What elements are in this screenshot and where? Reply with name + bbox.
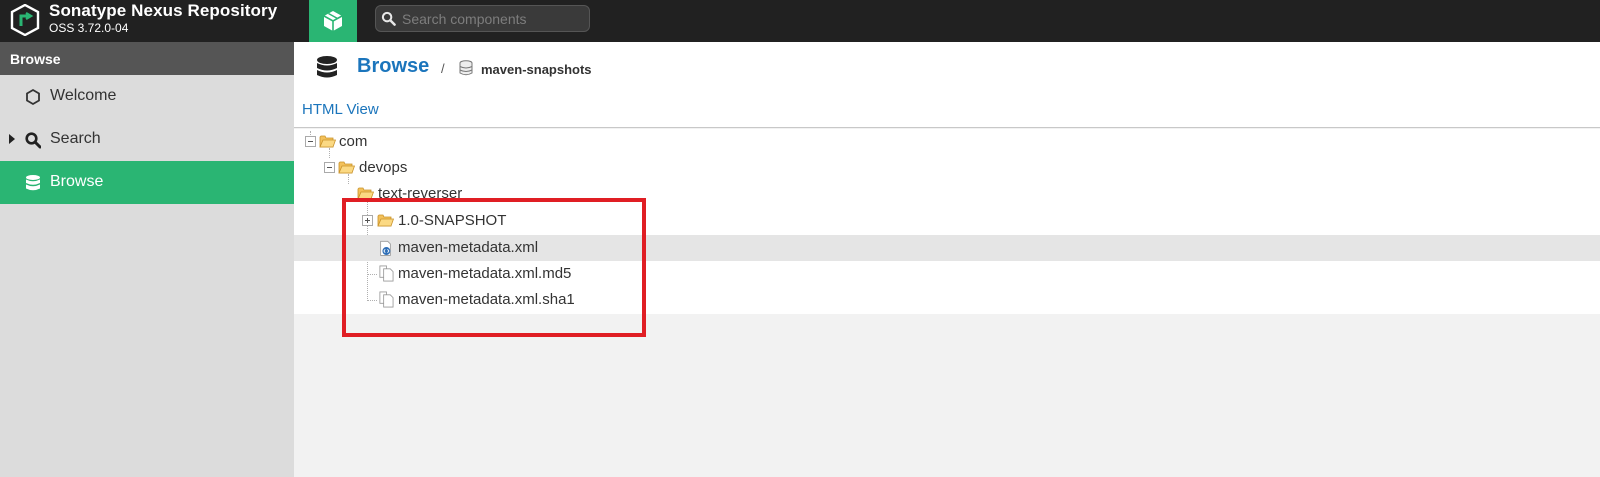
tree-node-label: maven-metadata.xml — [398, 239, 539, 256]
breadcrumb-repository: maven-snapshots — [481, 62, 592, 77]
sidebar-item-browse[interactable]: Browse — [0, 161, 294, 204]
xml-file-icon — [380, 240, 391, 256]
main-content: Browse / maven-snapshots HTML View com d… — [294, 42, 1600, 477]
database-icon — [317, 56, 337, 78]
brand-version: OSS 3.72.0-04 — [49, 21, 129, 35]
repository-icon — [459, 60, 473, 76]
caret-right-icon[interactable] — [8, 134, 16, 144]
folder-open-icon — [357, 187, 374, 198]
tree-node-label: 1.0-SNAPSHOT — [398, 212, 507, 229]
tree-node-text-reverser[interactable]: text-reverser — [294, 181, 1600, 198]
sidebar-item-welcome[interactable]: Welcome — [0, 75, 294, 118]
folder-open-icon — [319, 135, 336, 148]
tree-node-label: com — [339, 133, 368, 150]
tree-node-com[interactable]: com — [294, 129, 1600, 155]
top-header: Sonatype Nexus Repository OSS 3.72.0-04 — [0, 0, 1600, 42]
search-components-input[interactable] — [402, 9, 582, 29]
sidebar-item-label: Browse — [50, 173, 104, 190]
tree-node-label: maven-metadata.xml.md5 — [398, 265, 572, 282]
tree-node-devops[interactable]: devops — [294, 155, 1600, 181]
sidebar-item-label: Welcome — [50, 87, 117, 104]
component-tree: com devops text-reverser 1.0-SNAPSHOT ma… — [294, 129, 1600, 314]
brand-name: Sonatype Nexus Repository — [49, 1, 278, 20]
sonatype-logo-icon[interactable] — [10, 4, 40, 36]
sidebar-title: Browse — [0, 42, 294, 75]
sidebar-item-search[interactable]: Search — [0, 118, 294, 161]
html-view-link[interactable]: HTML View — [302, 101, 379, 118]
tree-node-maven-metadata-sha1[interactable]: maven-metadata.xml.sha1 — [294, 287, 1600, 313]
folder-open-icon — [338, 161, 355, 174]
file-icon — [379, 265, 394, 282]
browse-mode-button[interactable] — [309, 0, 357, 42]
breadcrumb: Browse / maven-snapshots — [294, 42, 1600, 98]
cube-icon — [323, 11, 343, 31]
tree-node-maven-metadata-md5[interactable]: maven-metadata.xml.md5 — [294, 261, 1600, 287]
hexagon-icon — [26, 88, 40, 106]
collapse-icon[interactable] — [324, 162, 335, 173]
expand-icon[interactable] — [362, 215, 373, 226]
breadcrumb-browse-link[interactable]: Browse — [357, 55, 429, 78]
view-links-bar: HTML View — [294, 98, 1600, 128]
search-components-box[interactable] — [375, 5, 590, 32]
breadcrumb-separator: / — [441, 61, 445, 76]
tree-node-maven-metadata-xml[interactable]: maven-metadata.xml — [294, 235, 1600, 261]
collapse-icon[interactable] — [305, 136, 316, 147]
tree-node-label: maven-metadata.xml.sha1 — [398, 291, 575, 308]
folder-open-icon — [377, 214, 394, 227]
search-icon — [381, 11, 396, 26]
file-icon — [379, 291, 394, 308]
sidebar-item-label: Search — [50, 130, 101, 147]
search-icon — [25, 132, 41, 149]
tree-node-1-0-snapshot[interactable]: 1.0-SNAPSHOT — [294, 208, 1600, 234]
sidebar: Browse Welcome Search Browse — [0, 42, 294, 477]
tree-node-label: text-reverser — [378, 185, 463, 198]
database-icon — [26, 175, 40, 191]
tree-node-label: devops — [359, 159, 408, 176]
